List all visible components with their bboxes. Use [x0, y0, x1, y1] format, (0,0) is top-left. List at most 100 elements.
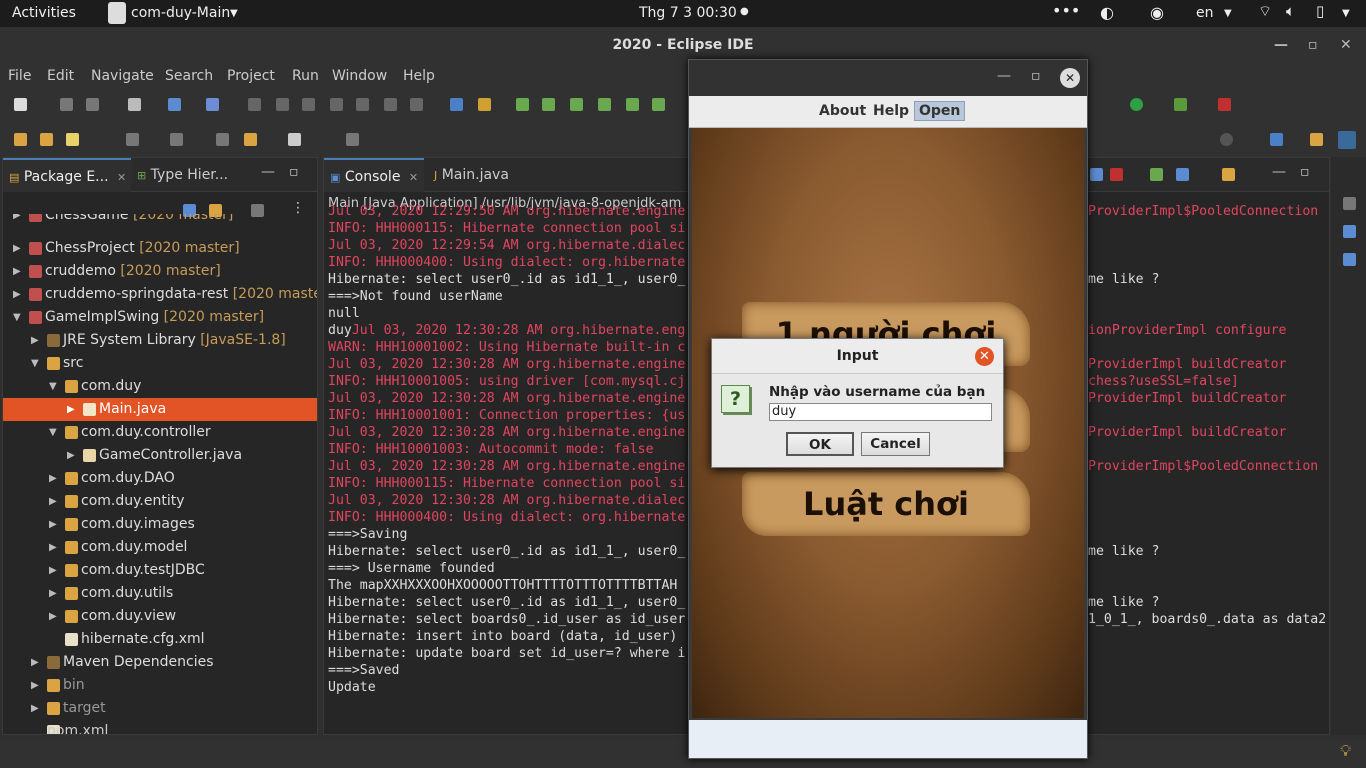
more-icon[interactable]: ••• [1052, 1, 1080, 20]
close-icon[interactable]: ✕ [409, 171, 418, 184]
close-icon[interactable]: ✕ [1060, 68, 1080, 88]
search-icon[interactable] [1220, 133, 1233, 146]
cancel-button[interactable]: Cancel [861, 432, 930, 456]
close-icon[interactable]: ✕ [117, 171, 126, 184]
step-over-icon[interactable] [384, 98, 397, 111]
tree-item[interactable]: ▶ com.duy.testJDBC [3, 559, 317, 582]
tree-item[interactable]: ▼ com.duy [3, 375, 317, 398]
terminate-icon[interactable] [302, 98, 315, 111]
tree-item[interactable]: pom.xml [3, 720, 317, 734]
minimize-icon[interactable]: — [1272, 164, 1286, 180]
skip-breakpoints-icon[interactable] [206, 98, 219, 111]
close-icon[interactable]: ✕ [1340, 27, 1352, 64]
menu-open[interactable]: Open [914, 101, 966, 121]
search-tool-icon[interactable] [66, 133, 79, 146]
tab-type-hierarchy[interactable]: ⊞ Type Hier... [131, 158, 251, 192]
close-icon[interactable]: ✕ [975, 347, 994, 366]
maximize-icon[interactable]: ▫ [289, 164, 299, 180]
pin-console-icon[interactable] [1150, 168, 1163, 181]
tree-item[interactable]: hibernate.cfg.xml [3, 628, 317, 651]
app-menu[interactable]: com-duy-Main [131, 5, 230, 21]
terminal-icon[interactable] [168, 98, 181, 111]
disconnect-icon[interactable] [330, 98, 343, 111]
lightbulb-icon[interactable]: 💡︎ [1340, 741, 1351, 761]
tree-item-selected[interactable]: ▶ Main.java [3, 398, 317, 421]
tree-item[interactable]: ▼ src [3, 352, 317, 375]
tree-item[interactable]: ▶ ChessProject [2020 master] [3, 237, 317, 260]
tree-item[interactable]: ▶ JRE System Library [JavaSE-1.8] [3, 329, 317, 352]
view-icon-1[interactable] [1343, 197, 1356, 210]
minimize-icon[interactable]: — [261, 164, 275, 180]
tree-item[interactable]: ▶ com.duy.view [3, 605, 317, 628]
tree-item[interactable]: ▶ ChessGame [2020 master] [3, 214, 317, 227]
battery-icon[interactable]: ▯ [1316, 2, 1324, 20]
drop-to-frame-icon[interactable] [450, 98, 463, 111]
step-into-icon[interactable] [356, 98, 369, 111]
tool-icon-4[interactable] [598, 98, 611, 111]
step-return-icon[interactable] [410, 98, 423, 111]
last-edit-icon[interactable] [216, 133, 229, 146]
open-type-icon[interactable] [14, 133, 27, 146]
username-input[interactable]: duy [769, 403, 992, 421]
debug-perspective-icon[interactable] [1338, 131, 1356, 149]
rules-button[interactable]: Luật chơi [742, 472, 1030, 536]
tree-item[interactable]: ▶ target [3, 697, 317, 720]
tree-item[interactable]: ▼ com.duy.controller [3, 421, 317, 444]
next-annotation-icon[interactable] [126, 133, 139, 146]
open-perspective-icon[interactable] [1270, 133, 1283, 146]
external-tools-icon[interactable] [1218, 98, 1231, 111]
pin-editor-icon[interactable] [346, 133, 359, 146]
display-console-icon[interactable] [1176, 168, 1189, 181]
tool-icon-5[interactable] [626, 98, 639, 111]
remove-launch-icon[interactable] [1110, 168, 1123, 181]
menu-edit[interactable]: Edit [47, 68, 74, 84]
tree-item[interactable]: ▶ cruddemo [2020 master] [3, 260, 317, 283]
menu-search[interactable]: Search [165, 68, 213, 84]
menu-run[interactable]: Run [292, 68, 319, 84]
menu-help[interactable]: Help [403, 68, 435, 84]
coverage-icon[interactable] [1174, 98, 1187, 111]
menu-project[interactable]: Project [227, 68, 275, 84]
save-all-icon[interactable] [86, 98, 99, 111]
tree-item[interactable]: ▶ GameController.java [3, 444, 317, 467]
tool-icon-6[interactable] [652, 98, 665, 111]
resume-icon[interactable] [248, 98, 261, 111]
menu-about[interactable]: About [815, 103, 870, 119]
tab-main-java[interactable]: J Main.java [428, 158, 528, 192]
console-tool-icon[interactable] [1090, 168, 1103, 181]
tab-package-explorer[interactable]: ▤ Package E... ✕ [3, 158, 131, 192]
suspend-icon[interactable] [276, 98, 289, 111]
activities-button[interactable]: Activities [12, 5, 76, 21]
save-icon[interactable] [60, 98, 73, 111]
tree-item[interactable]: ▶ com.duy.model [3, 536, 317, 559]
menu-window[interactable]: Window [332, 68, 387, 84]
back-icon[interactable] [244, 133, 257, 146]
minimize-icon[interactable]: — [1274, 27, 1288, 64]
menu-help[interactable]: Help [869, 103, 913, 119]
tree-item[interactable]: ▶ Maven Dependencies [3, 651, 317, 674]
open-resource-icon[interactable] [40, 133, 53, 146]
menu-file[interactable]: File [8, 68, 31, 84]
tree-item[interactable]: ▶cruddemo-springdata-rest [2020 master] [3, 283, 317, 306]
maximize-icon[interactable]: ▫ [1031, 68, 1041, 84]
tree-item[interactable]: ▶ com.duy.entity [3, 490, 317, 513]
wifi-icon[interactable]: ⌔ [1258, 2, 1272, 21]
new-icon[interactable] [14, 98, 27, 111]
tool-icon-3[interactable] [570, 98, 583, 111]
menu-navigate[interactable]: Navigate [91, 68, 154, 84]
minimize-icon[interactable]: — [997, 68, 1011, 84]
prev-annotation-icon[interactable] [170, 133, 183, 146]
tree-item[interactable]: ▶ com.duy.images [3, 513, 317, 536]
view-icon-2[interactable] [1343, 225, 1356, 238]
language-indicator[interactable]: en [1196, 5, 1214, 21]
tree-item[interactable]: ▶ bin [3, 674, 317, 697]
run-icon[interactable] [1130, 98, 1143, 111]
maximize-icon[interactable]: ▫ [1308, 27, 1318, 64]
open-console-icon[interactable] [1222, 168, 1235, 181]
use-step-filters-icon[interactable] [478, 98, 491, 111]
tab-console[interactable]: ▣ Console ✕ [324, 158, 424, 192]
tool-icon-2[interactable] [542, 98, 555, 111]
tray-icon-1[interactable]: ◐ [1100, 3, 1114, 22]
java-perspective-icon[interactable] [1310, 133, 1323, 146]
volume-icon[interactable]: 🔈︎ [1286, 2, 1295, 20]
